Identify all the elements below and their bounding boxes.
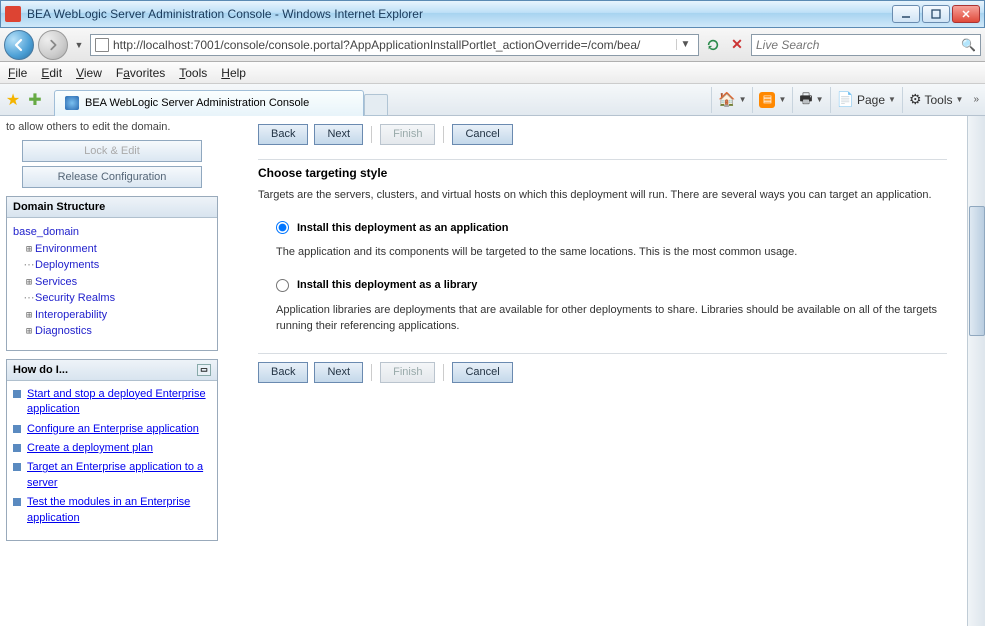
minimize-button[interactable]: [892, 5, 920, 23]
section-heading: Choose targeting style: [258, 166, 947, 180]
menu-file[interactable]: File: [8, 66, 27, 80]
page-menu-icon: 📄: [837, 91, 854, 108]
bullet-icon: [13, 463, 21, 471]
browser-tab[interactable]: BEA WebLogic Server Administration Conso…: [54, 90, 364, 116]
wizard-buttons-bottom: Back Next Finish Cancel: [258, 362, 947, 383]
home-button[interactable]: 🏠▼: [711, 87, 752, 113]
finish-button-bottom: Finish: [380, 362, 435, 383]
back-button[interactable]: Back: [258, 124, 308, 145]
howdoi-link-1[interactable]: Configure an Enterprise application: [27, 422, 199, 437]
release-config-button[interactable]: Release Configuration: [22, 166, 202, 188]
favorites-icon[interactable]: ★: [2, 89, 24, 111]
print-icon: 🖶: [799, 88, 812, 112]
app-icon: [5, 6, 21, 22]
domain-structure-panel: Domain Structure base_domain ⊞Environmen…: [6, 196, 218, 351]
sidebar: to allow others to edit the domain. Lock…: [0, 116, 224, 626]
menubar: File Edit View Favorites Tools Help: [0, 62, 985, 84]
search-box[interactable]: 🔍: [751, 34, 981, 56]
overflow-chevron[interactable]: »: [969, 94, 983, 105]
bullet-icon: [13, 390, 21, 398]
next-button-bottom[interactable]: Next: [314, 362, 363, 383]
howdoi-link-2[interactable]: Create a deployment plan: [27, 441, 153, 456]
vertical-scrollbar[interactable]: [967, 116, 985, 626]
search-input[interactable]: [756, 38, 961, 52]
stop-button[interactable]: ✕: [727, 35, 747, 55]
rss-icon: ▤: [759, 92, 775, 108]
menu-view[interactable]: View: [76, 66, 102, 80]
change-center-text: to allow others to edit the domain.: [6, 120, 218, 134]
menu-tools[interactable]: Tools: [179, 66, 207, 80]
collapse-icon[interactable]: ▭: [197, 364, 211, 376]
menu-help[interactable]: Help: [221, 66, 246, 80]
howdoi-header: How do I...▭: [7, 360, 217, 381]
menu-favorites[interactable]: Favorites: [116, 66, 165, 80]
scrollbar-thumb[interactable]: [969, 206, 985, 336]
tree-item-environment[interactable]: Environment: [35, 241, 97, 258]
search-icon[interactable]: 🔍: [961, 38, 976, 52]
radio-install-lib-label[interactable]: Install this deployment as a library: [297, 279, 477, 291]
ie-icon: [65, 96, 79, 110]
back-nav-button[interactable]: [4, 30, 34, 60]
add-favorite-icon[interactable]: ✚: [24, 89, 46, 111]
howdoi-link-0[interactable]: Start and stop a deployed Enterprise app…: [27, 387, 211, 418]
wizard-buttons-top: Back Next Finish Cancel: [258, 124, 947, 145]
tree-leaf-icon: ⋯: [23, 257, 35, 274]
home-icon: 🏠: [718, 91, 735, 108]
refresh-button[interactable]: [703, 35, 723, 55]
new-tab-button[interactable]: [364, 94, 388, 116]
main-content: Back Next Finish Cancel Choose targeting…: [224, 116, 967, 626]
tools-menu[interactable]: ⚙Tools▼: [902, 87, 970, 113]
tree-root[interactable]: base_domain: [13, 224, 79, 241]
page-icon: [95, 38, 109, 52]
expand-icon[interactable]: ⊞: [23, 324, 35, 339]
section-intro: Targets are the servers, clusters, and v…: [258, 188, 947, 203]
browser-navbar: ▼ ▼ ✕ 🔍: [0, 28, 985, 62]
maximize-button[interactable]: [922, 5, 950, 23]
tree-item-diag[interactable]: Diagnostics: [35, 323, 92, 340]
finish-button: Finish: [380, 124, 435, 145]
radio-install-app-label[interactable]: Install this deployment as an applicatio…: [297, 222, 509, 234]
opt2-desc: Application libraries are deployments th…: [276, 302, 947, 335]
close-button[interactable]: [952, 5, 980, 23]
forward-nav-button[interactable]: [38, 30, 68, 60]
recent-dropdown[interactable]: ▼: [72, 40, 86, 50]
expand-icon[interactable]: ⊞: [23, 308, 35, 323]
domain-structure-header: Domain Structure: [7, 197, 217, 218]
cancel-button-bottom[interactable]: Cancel: [452, 362, 512, 383]
address-bar[interactable]: ▼: [90, 34, 699, 56]
expand-icon[interactable]: ⊞: [23, 242, 35, 257]
command-bar: ★ ✚ BEA WebLogic Server Administration C…: [0, 84, 985, 116]
tree-item-services[interactable]: Services: [35, 274, 77, 291]
back-button-bottom[interactable]: Back: [258, 362, 308, 383]
gear-icon: ⚙: [909, 91, 922, 108]
tree-item-security[interactable]: Security Realms: [35, 290, 115, 307]
opt1-desc: The application and its components will …: [276, 244, 947, 261]
lock-edit-button[interactable]: Lock & Edit: [22, 140, 202, 162]
howdoi-link-4[interactable]: Test the modules in an Enterprise applic…: [27, 495, 211, 526]
tree-leaf-icon: ⋯: [23, 290, 35, 307]
print-button[interactable]: 🖶▼: [792, 87, 829, 113]
bullet-icon: [13, 498, 21, 506]
window-title: BEA WebLogic Server Administration Conso…: [27, 7, 892, 21]
tree-item-deployments[interactable]: Deployments: [35, 257, 99, 274]
page-menu[interactable]: 📄Page▼: [830, 87, 902, 113]
address-dropdown[interactable]: ▼: [676, 39, 694, 50]
menu-edit[interactable]: Edit: [41, 66, 62, 80]
next-button[interactable]: Next: [314, 124, 363, 145]
domain-tree: base_domain ⊞Environment ⋯Deployments ⊞S…: [13, 224, 211, 340]
bullet-icon: [13, 425, 21, 433]
howdoi-link-3[interactable]: Target an Enterprise application to a se…: [27, 460, 211, 491]
howdoi-panel: How do I...▭ Start and stop a deployed E…: [6, 359, 218, 541]
tab-title: BEA WebLogic Server Administration Conso…: [85, 97, 309, 109]
radio-install-lib[interactable]: [276, 279, 289, 292]
cancel-button[interactable]: Cancel: [452, 124, 512, 145]
bullet-icon: [13, 444, 21, 452]
window-titlebar: BEA WebLogic Server Administration Conso…: [0, 0, 985, 28]
expand-icon[interactable]: ⊞: [23, 275, 35, 290]
url-input[interactable]: [113, 38, 676, 52]
tree-item-interop[interactable]: Interoperability: [35, 307, 107, 324]
feeds-button[interactable]: ▤▼: [752, 87, 792, 113]
radio-install-app[interactable]: [276, 221, 289, 234]
